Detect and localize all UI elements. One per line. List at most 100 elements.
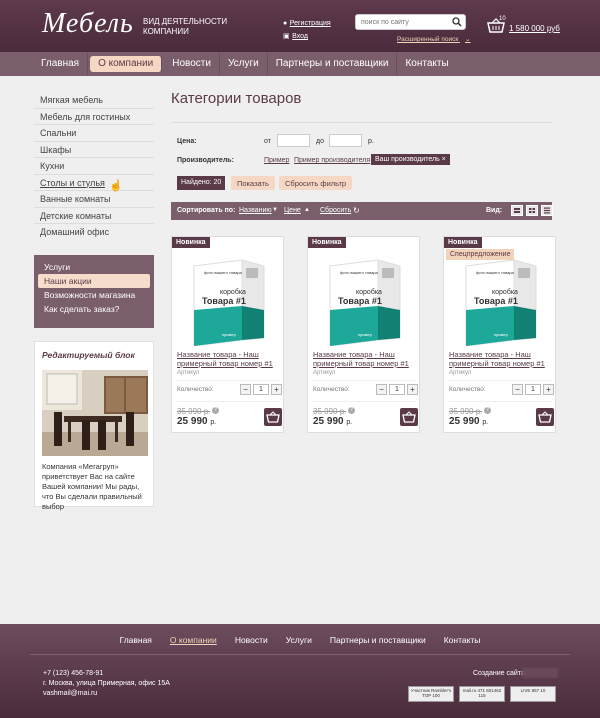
price-value: 25 990 xyxy=(177,416,208,427)
header: Мебель ВИД ДЕЯТЕЛЬНОСТИ КОМПАНИИ ● Регис… xyxy=(0,0,600,52)
product-image[interactable]: фото вашего товара коробка Товара #1 при… xyxy=(456,250,544,347)
product-article: Артикул xyxy=(177,370,200,376)
quantity-plus-button[interactable]: + xyxy=(543,384,554,395)
quantity-input[interactable]: 1 xyxy=(525,384,541,395)
footer-nav-services[interactable]: Услуги xyxy=(286,635,312,645)
side-item-services[interactable]: Услуги xyxy=(38,260,150,274)
quantity-label: Количество: xyxy=(449,386,486,393)
quantity-minus-button[interactable]: − xyxy=(512,384,523,395)
category-item[interactable]: Шкафы xyxy=(34,142,154,158)
refresh-icon: ↻ xyxy=(353,206,360,215)
add-to-cart-button[interactable] xyxy=(264,408,282,426)
add-to-cart-button[interactable] xyxy=(400,408,418,426)
maker-option-1[interactable]: Пример xyxy=(264,157,289,164)
maker-option-2[interactable]: Пример производителя xyxy=(294,157,370,164)
search-icon[interactable] xyxy=(452,17,462,29)
logo[interactable]: Мебель xyxy=(42,8,134,40)
category-item[interactable]: Мебель для гостиных xyxy=(34,109,154,125)
editable-block: Редактируемый блок Компания «Мегагруп» п… xyxy=(34,341,154,511)
box-title-2: Товара #1 xyxy=(338,296,382,306)
footer-contacts: +7 (123) 456-78-91 г. Москва, улица Прим… xyxy=(43,669,170,699)
quantity-minus-button[interactable]: − xyxy=(240,384,251,395)
view-label: Вид: xyxy=(486,207,503,214)
price: 25 990 р. xyxy=(313,416,352,427)
price-from-label: от xyxy=(264,138,271,145)
quantity-input[interactable]: 1 xyxy=(253,384,269,395)
question-icon[interactable]: ? xyxy=(484,407,491,414)
divider xyxy=(171,122,552,123)
sort-reset[interactable]: Сбросить xyxy=(320,207,351,214)
counter-rambler[interactable]: Участник Rambler's TOP 100 xyxy=(408,686,454,702)
search-input[interactable] xyxy=(356,15,446,29)
category-item[interactable]: Детские комнаты xyxy=(34,208,154,224)
nav-item-contacts[interactable]: Контакты xyxy=(397,52,456,76)
advanced-search-link[interactable]: Расширенный поиск ⌄ xyxy=(397,35,470,43)
question-icon[interactable]: ? xyxy=(212,407,219,414)
search-box xyxy=(355,14,466,30)
category-item[interactable]: Домашний офис xyxy=(34,224,154,241)
quantity-plus-button[interactable]: + xyxy=(407,384,418,395)
footer-divider xyxy=(30,654,570,655)
quantity-plus-button[interactable]: + xyxy=(271,384,282,395)
box-title-2: Товара #1 xyxy=(474,296,518,306)
view-list-icon[interactable] xyxy=(511,205,523,216)
product-name[interactable]: Название товара - Наш примерный товар но… xyxy=(449,350,553,368)
question-icon[interactable]: ? xyxy=(348,407,355,414)
footer-nav-news[interactable]: Новости xyxy=(235,635,268,645)
show-button[interactable]: Показать xyxy=(231,176,275,190)
quantity-minus-button[interactable]: − xyxy=(376,384,387,395)
footer-address: г. Москва, улица Примерная, офис 15А xyxy=(43,680,170,687)
nav-item-home[interactable]: Главная xyxy=(33,52,89,76)
product-image[interactable]: фото вашего товара коробка Товара #1 при… xyxy=(184,250,272,347)
quantity-input[interactable]: 1 xyxy=(389,384,405,395)
footer-nav-contacts[interactable]: Контакты xyxy=(444,635,481,645)
cart-total[interactable]: 1 580 000 руб xyxy=(509,24,560,33)
view-table-icon[interactable] xyxy=(541,205,553,216)
product-name[interactable]: Название товара - Наш примерный товар но… xyxy=(313,350,417,368)
nav-item-services[interactable]: Услуги xyxy=(220,52,268,76)
box-sample: пример xyxy=(222,332,237,337)
category-item[interactable]: Кухни xyxy=(34,158,154,175)
product-image[interactable]: фото вашего товара коробка Товара #1 при… xyxy=(320,250,408,347)
price: 25 990 р. xyxy=(177,416,216,427)
advanced-search-label[interactable]: Расширенный поиск xyxy=(397,36,458,43)
side-item-features[interactable]: Возможности магазина xyxy=(38,288,150,302)
counter-mailru[interactable]: mail.ru 471 601462 115 xyxy=(459,686,505,702)
add-to-cart-button[interactable] xyxy=(536,408,554,426)
category-item[interactable]: Ванные комнаты xyxy=(34,191,154,208)
footer-nav-partners[interactable]: Партнеры и поставщики xyxy=(330,635,426,645)
side-item-promotions[interactable]: Наши акции xyxy=(38,274,150,288)
found-count: Найдено: 20 xyxy=(177,176,226,190)
divider xyxy=(313,401,416,402)
counter-liveinternet[interactable]: LIVE 857 10 xyxy=(510,686,556,702)
footer-nav-home[interactable]: Главная xyxy=(120,635,152,645)
category-item[interactable]: Столы и стулья xyxy=(34,175,154,191)
box-photo-label: фото вашего товара xyxy=(340,270,379,275)
sort-by-price[interactable]: Цене xyxy=(284,207,301,214)
side-item-how-to-order[interactable]: Как сделать заказ? xyxy=(38,302,150,316)
footer-email[interactable]: vashmail@mai.ru xyxy=(43,689,170,699)
footer-nav-about[interactable]: О компании xyxy=(170,635,217,645)
price-currency: р. xyxy=(346,419,353,426)
sort-by-name[interactable]: Названию xyxy=(239,207,272,214)
view-grid-icon[interactable] xyxy=(526,205,538,216)
side-menu-box: Услуги Наши акции Возможности магазина К… xyxy=(34,255,154,328)
box-title-1: коробка xyxy=(220,288,246,296)
login-label[interactable]: Вход xyxy=(292,33,308,40)
maker-selected-badge[interactable]: Ваш производитель × xyxy=(371,154,450,165)
site-creator[interactable]: Создание сайта xyxy=(473,670,525,677)
category-item[interactable]: Мягкая мебель xyxy=(34,92,154,109)
product-name[interactable]: Название товара - Наш примерный товар но… xyxy=(177,350,281,368)
register-link[interactable]: ● Регистрация xyxy=(283,17,331,27)
price-from-input[interactable] xyxy=(277,134,310,147)
creator-logo-blurred xyxy=(522,668,558,678)
price-to-input[interactable] xyxy=(329,134,362,147)
register-label[interactable]: Регистрация xyxy=(290,20,331,27)
nav-item-about[interactable]: О компании xyxy=(90,56,163,72)
nav-item-partners[interactable]: Партнеры и поставщики xyxy=(268,52,398,76)
nav-item-news[interactable]: Новости xyxy=(164,52,220,76)
category-item[interactable]: Спальни xyxy=(34,125,154,142)
reset-filter-button[interactable]: Сбросить фильтр xyxy=(279,176,353,190)
product-card: Новинка фото вашего товара коробка Товар… xyxy=(307,236,420,433)
login-link[interactable]: ▣ Вход xyxy=(283,30,308,40)
